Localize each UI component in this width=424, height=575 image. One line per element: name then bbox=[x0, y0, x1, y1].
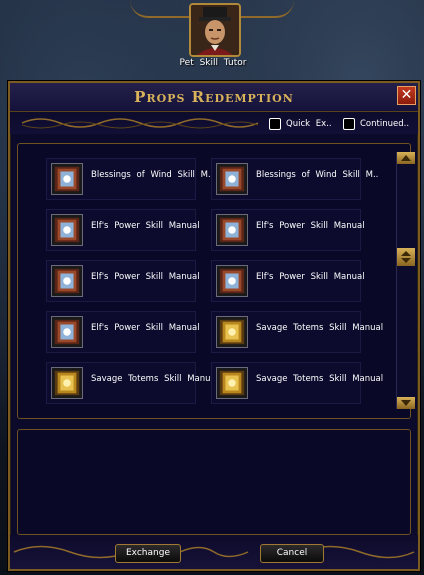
close-button[interactable]: ✕ bbox=[397, 86, 416, 105]
list-item[interactable]: Savage Totems Skill Manual bbox=[211, 362, 383, 404]
continued-box[interactable] bbox=[343, 118, 355, 130]
exchange-button[interactable]: Exchange bbox=[115, 544, 181, 563]
quick-exchange-checkbox[interactable]: Quick Ex.. bbox=[269, 117, 332, 131]
list-item[interactable]: Elf's Power Skill Manual bbox=[46, 209, 200, 251]
quick-exchange-box[interactable] bbox=[269, 118, 281, 130]
list-item[interactable]: Savage Totems Skill Manual bbox=[211, 311, 383, 353]
list-item[interactable]: Elf's Power Skill Manual bbox=[211, 209, 365, 251]
blue-skill-book-icon bbox=[216, 163, 248, 195]
quick-exchange-label: Quick Ex.. bbox=[286, 119, 332, 129]
list-item[interactable]: Savage Totems Skill Manual bbox=[46, 362, 218, 404]
scroll-thumb-icon bbox=[401, 251, 411, 263]
close-icon: ✕ bbox=[400, 87, 413, 103]
scroll-down-icon bbox=[401, 400, 411, 406]
list-item[interactable]: Elf's Power Skill Manual bbox=[46, 311, 200, 353]
npc-name: Pet Skill Tutor bbox=[179, 58, 247, 68]
scroll-up-icon bbox=[401, 155, 411, 161]
ornament-scroll-icon bbox=[21, 118, 259, 129]
item-list-panel: Blessings of Wind Skill M.. Blessings of… bbox=[17, 143, 415, 419]
blue-skill-book-icon bbox=[216, 265, 248, 297]
gold-skill-book-icon bbox=[216, 316, 248, 348]
blue-skill-book-icon bbox=[216, 214, 248, 246]
gold-skill-book-icon bbox=[216, 367, 248, 399]
options-bar: Quick Ex.. Continued.. bbox=[10, 112, 418, 134]
gold-skill-book-icon bbox=[51, 367, 83, 399]
dialog-footer: Exchange Cancel bbox=[10, 535, 418, 569]
scrollbar[interactable] bbox=[396, 152, 415, 409]
continued-checkbox[interactable]: Continued.. bbox=[343, 117, 409, 131]
blue-skill-book-icon bbox=[51, 265, 83, 297]
list-item[interactable]: Elf's Power Skill Manual bbox=[46, 260, 200, 302]
list-item[interactable]: Blessings of Wind Skill M.. bbox=[211, 158, 378, 200]
item-detail-panel bbox=[17, 429, 411, 535]
blue-skill-book-icon bbox=[51, 214, 83, 246]
list-item[interactable]: Elf's Power Skill Manual bbox=[211, 260, 365, 302]
scroll-down-button[interactable] bbox=[397, 397, 415, 409]
dialog-title: Props Redemption bbox=[134, 88, 294, 106]
blue-skill-book-icon bbox=[51, 316, 83, 348]
cancel-button[interactable]: Cancel bbox=[260, 544, 324, 563]
continued-label: Continued.. bbox=[360, 119, 410, 129]
scroll-up-button[interactable] bbox=[397, 152, 415, 164]
props-redemption-dialog: Props Redemption ✕ Quick Ex.. Continued.… bbox=[8, 81, 420, 571]
footer-ornament-icon bbox=[13, 545, 415, 559]
npc-portrait-icon bbox=[189, 3, 241, 57]
title-bar: Props Redemption ✕ bbox=[10, 83, 418, 112]
scroll-thumb[interactable] bbox=[397, 248, 415, 266]
blue-skill-book-icon bbox=[51, 163, 83, 195]
list-item[interactable]: Blessings of Wind Skill M.. bbox=[46, 158, 213, 200]
